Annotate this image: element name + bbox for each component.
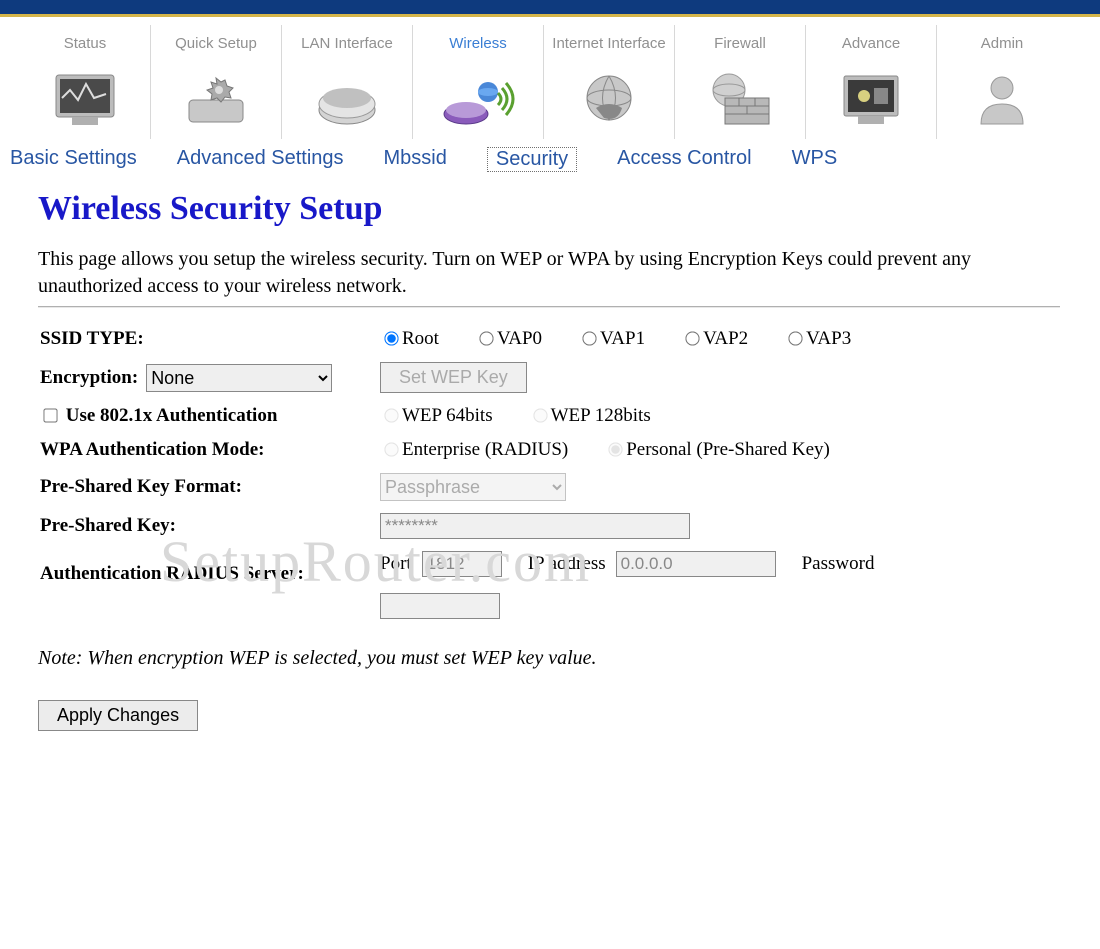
port-label: Port [380, 553, 412, 575]
radius-label: Authentication RADIUS Server: [40, 551, 380, 585]
subnav-mbssid[interactable]: Mbssid [384, 147, 447, 172]
wep128-option[interactable]: WEP 128bits [529, 405, 651, 427]
use-8021x-checkbox[interactable] [43, 408, 57, 422]
ssid-vap1[interactable]: VAP1 [578, 328, 645, 350]
wpa-mode-label: WPA Authentication Mode: [40, 439, 380, 461]
encryption-select[interactable]: None [146, 364, 332, 392]
nav-label: Admin [937, 27, 1067, 61]
psk-input[interactable] [380, 513, 690, 539]
nav-quick-setup[interactable]: Quick Setup [151, 25, 282, 139]
top-bar [0, 0, 1100, 17]
ssid-vap3[interactable]: VAP3 [784, 328, 851, 350]
port-input[interactable] [422, 551, 502, 577]
wpa-enterprise-option[interactable]: Enterprise (RADIUS) [380, 439, 568, 461]
psk-label: Pre-Shared Key: [40, 515, 380, 537]
nav-internet-interface[interactable]: Internet Interface [544, 25, 675, 139]
use-8021x-wrap[interactable]: Use 802.1x Authentication [40, 405, 380, 427]
nav-label: Quick Setup [151, 27, 281, 61]
nav-label: Status [20, 27, 150, 61]
nav-label: Advance [806, 27, 936, 61]
psk-format-select[interactable]: Passphrase [380, 473, 566, 501]
sub-nav: Basic Settings Advanced Settings Mbssid … [0, 139, 1100, 182]
apply-changes-button[interactable]: Apply Changes [38, 700, 198, 731]
nav-wireless[interactable]: Wireless [413, 25, 544, 139]
subnav-wps[interactable]: WPS [792, 147, 838, 172]
nav-admin[interactable]: Admin [937, 25, 1067, 139]
wpa-personal-option[interactable]: Personal (Pre-Shared Key) [604, 439, 830, 461]
ip-input[interactable] [616, 551, 776, 577]
nav-lan-interface[interactable]: LAN Interface [282, 25, 413, 139]
ip-label: IP address [528, 553, 606, 575]
ssid-type-options: Root VAP0 VAP1 VAP2 VAP3 [380, 328, 1060, 350]
advance-icon [806, 65, 936, 133]
ssid-vap2[interactable]: VAP2 [681, 328, 748, 350]
firewall-icon [675, 65, 805, 133]
ssid-root[interactable]: Root [380, 328, 439, 350]
form-area: SetupRouter.com SSID TYPE: Root VAP0 VAP… [40, 328, 1060, 619]
subnav-access[interactable]: Access Control [617, 147, 752, 172]
page-description: This page allows you setup the wireless … [38, 246, 1050, 300]
psk-format-label: Pre-Shared Key Format: [40, 476, 380, 498]
subnav-basic[interactable]: Basic Settings [10, 147, 137, 172]
main-nav: Status Quick Setup LAN Interface Wireles… [0, 17, 1100, 139]
password-input[interactable] [380, 593, 500, 619]
subnav-security[interactable]: Security [487, 147, 577, 172]
set-wep-key-button[interactable]: Set WEP Key [380, 362, 527, 393]
wireless-icon [413, 65, 543, 133]
wep64-option[interactable]: WEP 64bits [380, 405, 493, 427]
nav-label: Firewall [675, 27, 805, 61]
nav-label: Wireless [413, 27, 543, 61]
note-text: Note: When encryption WEP is selected, y… [38, 647, 1100, 670]
ssid-vap0[interactable]: VAP0 [475, 328, 542, 350]
quick-setup-icon [151, 65, 281, 133]
status-icon [20, 65, 150, 133]
lan-icon [282, 65, 412, 133]
ssid-type-label: SSID TYPE: [40, 328, 380, 350]
nav-label: LAN Interface [282, 27, 412, 61]
nav-status[interactable]: Status [20, 25, 151, 139]
page-title: Wireless Security Setup [38, 190, 1100, 228]
admin-icon [937, 65, 1067, 133]
nav-label: Internet Interface [544, 27, 674, 61]
internet-icon [544, 65, 674, 133]
divider [38, 306, 1060, 308]
nav-advance[interactable]: Advance [806, 25, 937, 139]
nav-firewall[interactable]: Firewall [675, 25, 806, 139]
subnav-advanced[interactable]: Advanced Settings [177, 147, 344, 172]
encryption-label: Encryption: [40, 367, 138, 389]
password-label: Password [802, 553, 875, 575]
